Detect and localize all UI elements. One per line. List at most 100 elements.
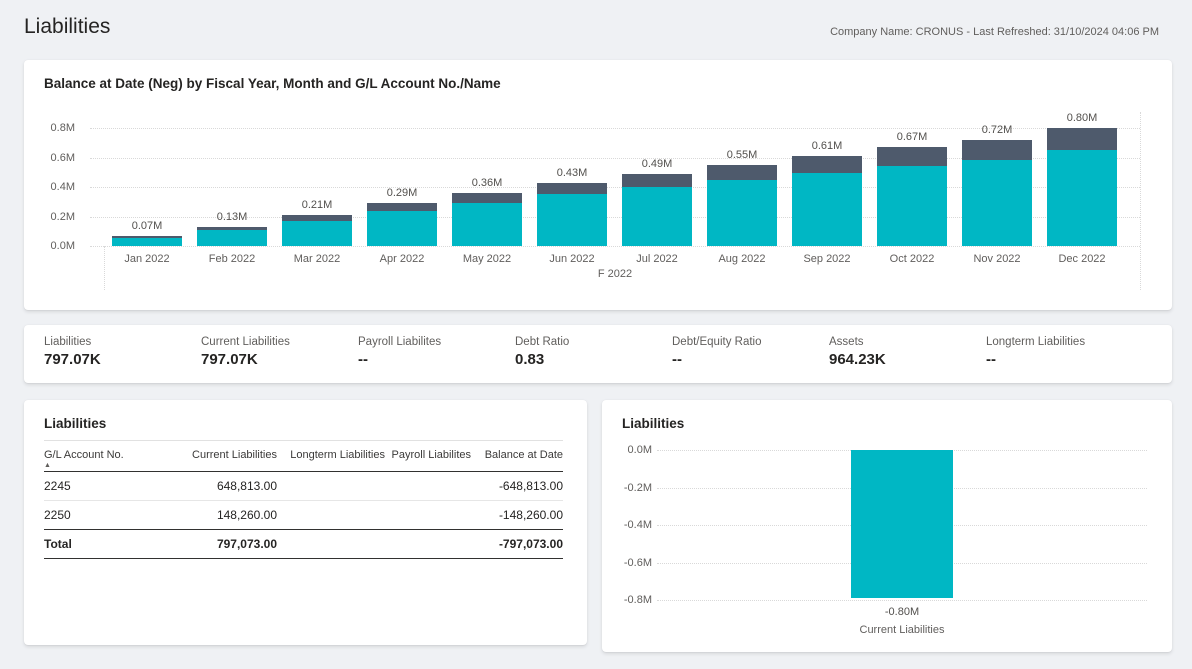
current-liabilities-chart-card: Liabilities 0.0M-0.2M-0.4M-0.6M-0.8M-0.8… [602,400,1172,652]
x-axis-category-label: Dec 2022 [1040,252,1124,266]
bar-total-label: 0.13M [190,210,274,224]
kpi-label: Longterm Liabilities [986,336,1136,348]
cell-balance-at-date[interactable]: -648,813.00 [471,472,563,501]
table-row[interactable]: 2250 148,260.00 -148,260.00 [44,501,563,530]
bar-segment-2245[interactable] [537,194,607,246]
kpi-value: 0.83 [515,351,665,368]
balance-by-month-chart-card: Balance at Date (Neg) by Fiscal Year, Mo… [24,60,1172,310]
bar-segment-2250[interactable] [537,183,607,195]
table-row[interactable]: 2245 648,813.00 -648,813.00 [44,472,563,501]
cell-payroll-liabilites[interactable] [385,472,471,501]
total-balance-at-date: -797,073.00 [471,530,563,559]
bar-segment-2250[interactable] [877,147,947,165]
bar-value-label: -0.80M [841,605,963,619]
stacked-bar-chart[interactable]: 0.0M0.2M0.4M0.6M0.8M0.07MJan 20220.13MFe… [24,60,1172,310]
bar-segment-2245[interactable] [622,187,692,246]
liabilities-table-card: Liabilities G/L Account No. ▲ Current Li… [24,400,587,645]
cell-current-liabilities[interactable]: 648,813.00 [177,472,277,501]
kpi-assets: Assets 964.23K [829,336,979,368]
bar-segment-2250[interactable] [1047,128,1117,150]
company-refresh-info: Company Name: CRONUS - Last Refreshed: 3… [830,26,1159,38]
plot-right-boundary-line [1140,112,1141,290]
kpi-debt-equity-ratio: Debt/Equity Ratio -- [672,336,822,368]
bar-segment-2245[interactable] [962,160,1032,246]
cell-balance-at-date[interactable]: -148,260.00 [471,501,563,530]
column-header-longterm-liabilities[interactable]: Longterm Liabilities [277,446,385,472]
table-total-row: Total 797,073.00 -797,073.00 [44,530,563,559]
y-axis-tick-label: -0.4M [602,518,652,532]
bar-segment-2250[interactable] [452,193,522,203]
title-divider [44,440,563,441]
cell-longterm-liabilities[interactable] [277,472,385,501]
bar-segment-2245[interactable] [1047,150,1117,246]
x-axis-category-label: Oct 2022 [870,252,954,266]
x-axis-category-label: Jul 2022 [615,252,699,266]
bar-total-label: 0.61M [785,139,869,153]
y-axis-tick-label: 0.0M [24,239,75,253]
kpi-value: 797.07K [44,351,194,368]
bar-total-label: 0.49M [615,157,699,171]
kpi-value: -- [986,351,1136,368]
x-axis-category-label: May 2022 [445,252,529,266]
bar-segment-2250[interactable] [792,156,862,173]
bar-segment-2245[interactable] [877,166,947,246]
x-axis-category-label: Sep 2022 [785,252,869,266]
kpi-value: -- [358,351,508,368]
bar-segment-2250[interactable] [962,140,1032,160]
total-payroll-liabilites [385,530,471,559]
total-current-liabilities: 797,073.00 [177,530,277,559]
y-axis-tick-label: -0.2M [602,481,652,495]
bar-segment-2245[interactable] [112,238,182,246]
cell-payroll-liabilites[interactable] [385,501,471,530]
kpi-value: -- [672,351,822,368]
y-axis-tick-label: 0.0M [602,443,652,457]
page-title: Liabilities [24,15,110,39]
table-header-row: G/L Account No. ▲ Current Liabilities Lo… [44,446,563,472]
x-axis-category-label: Mar 2022 [275,252,359,266]
y-axis-tick-label: -0.8M [602,593,652,607]
cell-account-no[interactable]: 2245 [44,472,177,501]
column-header-balance-at-date[interactable]: Balance at Date [471,446,563,472]
bar-total-label: 0.72M [955,123,1039,137]
cell-current-liabilities[interactable]: 148,260.00 [177,501,277,530]
bar-total-label: 0.07M [105,219,189,233]
kpi-label: Debt/Equity Ratio [672,336,822,348]
gridline [90,246,1140,247]
column-header-current-liabilities[interactable]: Current Liabilities [177,446,277,472]
x-axis-category-label: Feb 2022 [190,252,274,266]
bar-total-label: 0.29M [360,186,444,200]
bar-segment-2245[interactable] [282,221,352,246]
kpi-value: 797.07K [201,351,351,368]
y-axis-tick-label: 0.4M [24,180,75,194]
column-header-label: G/L Account No. [44,449,124,461]
kpi-label: Debt Ratio [515,336,665,348]
bar-segment-2250[interactable] [622,174,692,187]
y-axis-tick-label: 0.6M [24,151,75,165]
bar-segment-2245[interactable] [792,173,862,246]
bar-segment-2245[interactable] [452,203,522,246]
cell-account-no[interactable]: 2250 [44,501,177,530]
kpi-label: Current Liabilities [201,336,351,348]
negative-bar-chart[interactable]: 0.0M-0.2M-0.4M-0.6M-0.8M-0.80MCurrent Li… [602,400,1172,652]
liabilities-table: G/L Account No. ▲ Current Liabilities Lo… [44,446,563,559]
x-axis-category-label: Jan 2022 [105,252,189,266]
column-header-payroll-liabilites[interactable]: Payroll Liabilites [385,446,471,472]
cell-longterm-liabilities[interactable] [277,501,385,530]
bar-total-label: 0.43M [530,166,614,180]
kpi-current-liabilities: Current Liabilities 797.07K [201,336,351,368]
table-title: Liabilities [44,416,106,431]
y-axis-tick-label: -0.6M [602,556,652,570]
bar-segment-2245[interactable] [707,180,777,246]
column-header-gl-account-no[interactable]: G/L Account No. ▲ [44,446,177,472]
total-label: Total [44,530,177,559]
bar-segment-2245[interactable] [367,211,437,246]
bar-segment-2250[interactable] [367,203,437,211]
kpi-debt-ratio: Debt Ratio 0.83 [515,336,665,368]
bar-total-label: 0.80M [1040,111,1124,125]
bar-segment-2250[interactable] [707,165,777,180]
bar-total-label: 0.67M [870,130,954,144]
current-liabilities-bar[interactable] [851,450,953,598]
bar-segment-2245[interactable] [197,230,267,246]
kpi-payroll-liabilities: Payroll Liabilites -- [358,336,508,368]
x-axis-category-label: Aug 2022 [700,252,784,266]
